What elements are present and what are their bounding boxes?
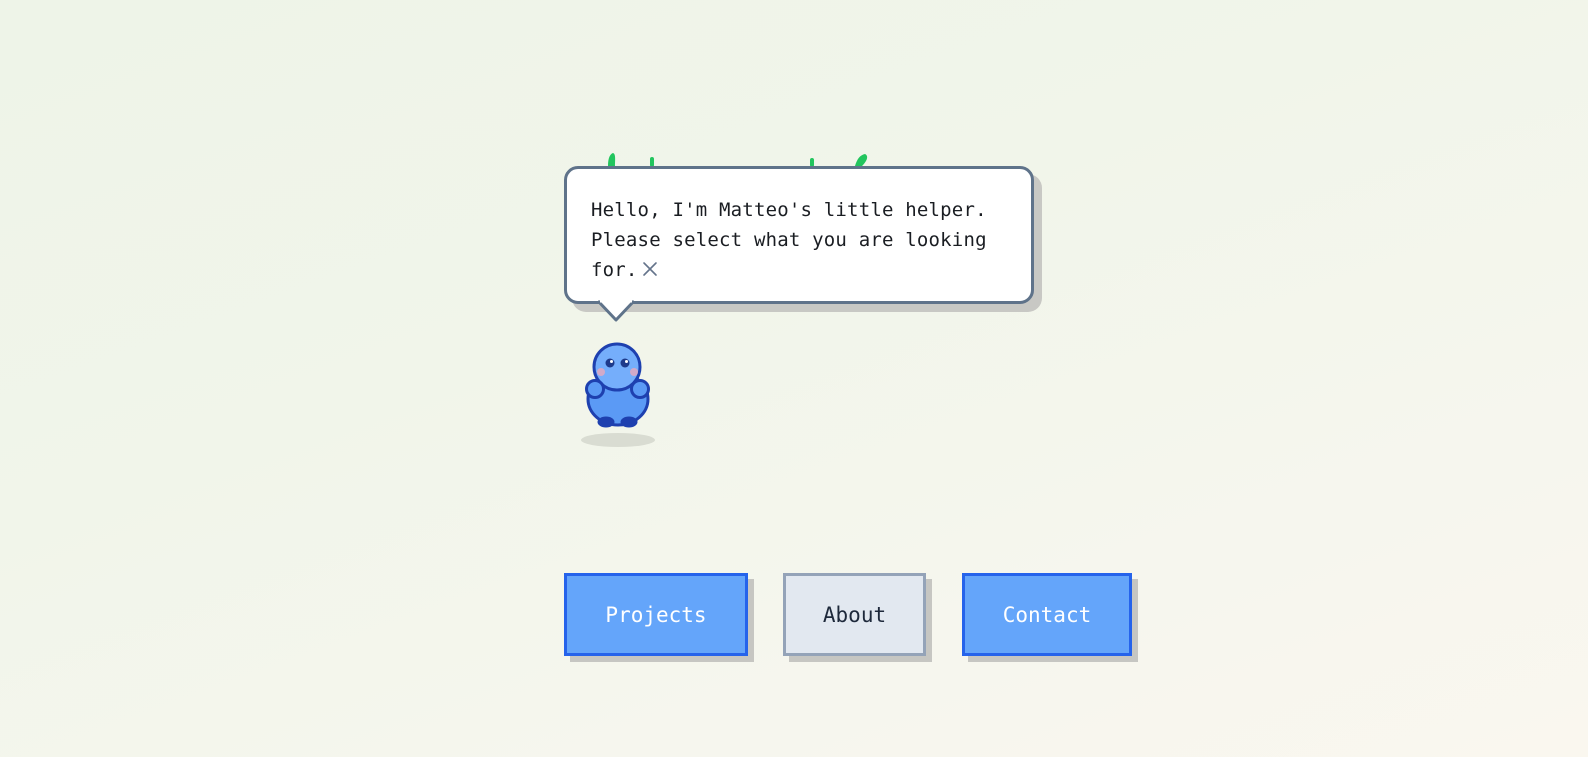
about-button[interactable]: About (783, 573, 926, 656)
helper-right-foot (620, 416, 638, 428)
sprout-icon (855, 154, 868, 166)
helper-right-eye (620, 358, 630, 368)
helper-left-cheek (597, 368, 605, 376)
helper-shadow (581, 433, 655, 447)
helper-right-arm (630, 379, 650, 399)
projects-button[interactable]: Projects (564, 573, 748, 656)
helper-left-arm (585, 379, 605, 399)
helper-character (581, 342, 655, 447)
sprout-icon (608, 153, 616, 166)
speech-bubble: Hello, I'm Matteo's little helper. Pleas… (564, 166, 1042, 330)
speech-bubble-message: Hello, I'm Matteo's little helper. Pleas… (591, 195, 1007, 285)
about-button-wrap: About (783, 573, 932, 662)
contact-button[interactable]: Contact (962, 573, 1132, 656)
helper-left-eye (605, 358, 615, 368)
close-icon[interactable] (642, 256, 658, 276)
contact-button-wrap: Contact (962, 573, 1138, 662)
helper-right-cheek (630, 368, 638, 376)
helper-left-foot (597, 416, 615, 428)
speech-bubble-tail (596, 300, 636, 322)
projects-button-wrap: Projects (564, 573, 754, 662)
speech-bubble-body: Hello, I'm Matteo's little helper. Pleas… (564, 166, 1034, 304)
